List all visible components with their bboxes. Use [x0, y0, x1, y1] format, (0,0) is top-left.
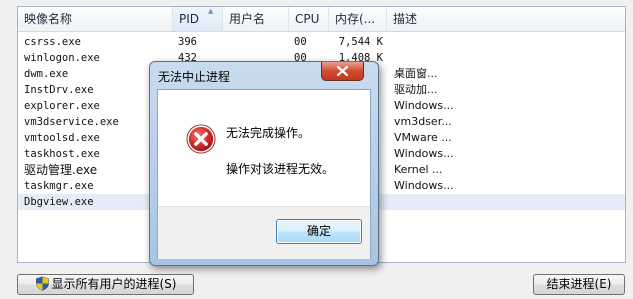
process-name: 驱动管理.exe [24, 163, 98, 177]
process-name: csrss.exe [24, 36, 81, 48]
process-description: Kernel ... [394, 163, 443, 176]
column-header-memory[interactable]: 内存(... [329, 7, 387, 31]
dialog-title: 无法中止进程 [158, 70, 231, 84]
error-dialog: 无法中止进程 无法完成操作。 操作对该进程无效。 确定 [149, 61, 379, 266]
process-memory: 7,544 K [338, 36, 383, 48]
end-process-label: 结束进程(E) [546, 277, 612, 291]
process-description: Windows... [394, 99, 454, 112]
show-all-users-label: 显示所有用户的进程(S) [51, 277, 177, 291]
column-header-description[interactable]: 描述 [387, 7, 467, 31]
show-all-users-button[interactable]: 显示所有用户的进程(S) [17, 274, 194, 295]
column-header-row: 映像名称 PID 用户名 CPU 内存(... 描述 [18, 7, 625, 32]
process-description: Windows... [394, 147, 454, 160]
process-description: 桌面窗... [394, 67, 438, 80]
process-pid: 396 [178, 36, 197, 48]
error-icon [186, 124, 216, 154]
end-process-button[interactable]: 结束进程(E) [533, 274, 625, 295]
dialog-close-button[interactable] [321, 62, 364, 81]
ok-button[interactable]: 确定 [276, 219, 362, 244]
process-name: vm3dservice.exe [24, 116, 119, 128]
process-row[interactable]: csrss.exe 396 00 7,544 K [18, 34, 625, 50]
process-description: 驱动加... [394, 83, 438, 96]
dialog-button-bar: 确定 [158, 206, 370, 259]
process-cpu: 00 [294, 36, 307, 48]
dialog-content: 无法完成操作。 操作对该进程无效。 确定 [157, 89, 371, 259]
process-description: Windows... [394, 179, 454, 192]
sort-ascending-icon: ▲ [208, 7, 214, 15]
process-description: VMware ... [394, 131, 452, 144]
error-message-primary: 无法完成操作。 [226, 126, 311, 140]
process-description: vm3dser... [394, 115, 452, 128]
uac-shield-icon [35, 276, 49, 291]
error-message-detail: 操作对该进程无效。 [226, 162, 335, 176]
process-name: taskhost.exe [24, 148, 100, 160]
close-icon [337, 66, 348, 76]
process-name: taskmgr.exe [24, 180, 94, 192]
process-name: winlogon.exe [24, 52, 100, 64]
column-header-user[interactable]: 用户名 [223, 7, 289, 31]
column-header-cpu[interactable]: CPU [289, 7, 329, 31]
column-header-image-name[interactable]: 映像名称 [18, 7, 173, 31]
process-name: InstDrv.exe [24, 84, 94, 96]
process-name: Dbgview.exe [24, 196, 94, 208]
process-name: explorer.exe [24, 100, 100, 112]
process-name: dwm.exe [24, 68, 69, 80]
column-header-pid[interactable]: PID [173, 7, 223, 31]
process-name: vmtoolsd.exe [24, 132, 100, 144]
